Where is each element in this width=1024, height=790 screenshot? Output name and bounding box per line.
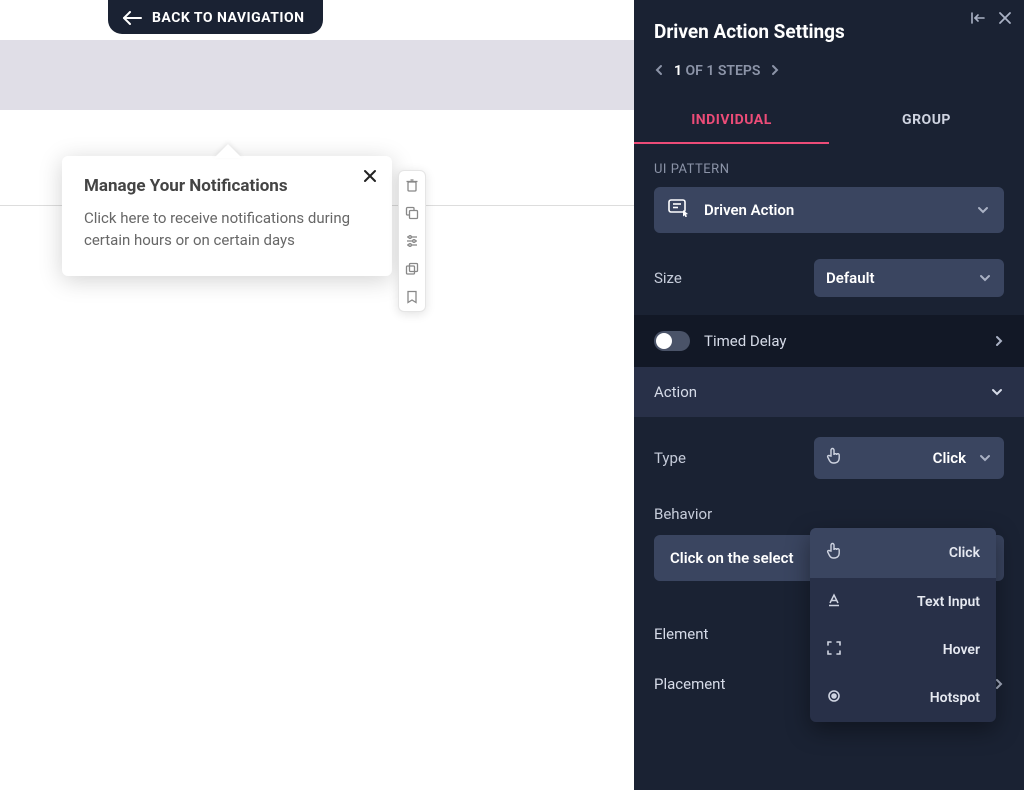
type-option-label: Text Input (856, 594, 980, 610)
behavior-label-row: Behavior (634, 497, 1024, 529)
behavior-label: Behavior (654, 505, 1004, 523)
close-panel-icon[interactable] (998, 10, 1012, 29)
ui-pattern-label: UI PATTERN (634, 144, 1024, 187)
step-next-button[interactable] (770, 61, 780, 80)
hotspot-icon (826, 688, 842, 708)
ui-pattern-value: Driven Action (704, 201, 962, 219)
type-option-hotspot[interactable]: Hotspot (810, 674, 996, 722)
chevron-down-icon (990, 387, 1004, 397)
settings-panel: Driven Action Settings 1 OF 1 STEPS INDI… (634, 0, 1024, 790)
size-label: Size (654, 269, 802, 287)
tooltip-body: Click here to receive notifications duri… (84, 208, 370, 252)
driven-action-icon (668, 199, 690, 221)
type-option-click[interactable]: Click (810, 528, 996, 578)
sliders-icon[interactable] (404, 233, 420, 249)
arrow-left-icon (122, 11, 142, 25)
bookmark-icon[interactable] (404, 289, 420, 305)
size-select[interactable]: Default (814, 259, 1004, 297)
type-option-label: Hotspot (856, 690, 980, 706)
type-option-label: Hover (856, 642, 980, 658)
type-value: Click (854, 449, 966, 467)
action-section-header[interactable]: Action (634, 367, 1024, 417)
timed-delay-row[interactable]: Timed Delay (634, 315, 1024, 367)
timed-delay-label: Timed Delay (704, 332, 786, 350)
size-row: Size Default (634, 251, 1024, 315)
type-row: Type Click (634, 417, 1024, 497)
tooltip-title: Manage Your Notifications (84, 176, 370, 196)
text-input-icon (826, 592, 842, 612)
timed-delay-toggle[interactable] (654, 331, 690, 351)
step-indicator: 1 OF 1 STEPS (674, 63, 760, 79)
settings-tabstrip: INDIVIDUAL GROUP (634, 100, 1024, 144)
expand-icon (826, 640, 842, 660)
step-navigator: 1 OF 1 STEPS (634, 61, 1024, 88)
placement-label: Placement (654, 675, 725, 693)
chevron-down-icon (978, 453, 992, 463)
pointer-icon (826, 447, 842, 469)
duplicate-icon[interactable] (404, 261, 420, 277)
type-label: Type (654, 449, 802, 467)
back-to-navigation-button[interactable]: BACK TO NAVIGATION (108, 0, 323, 34)
tab-individual[interactable]: INDIVIDUAL (634, 100, 829, 144)
copy-icon[interactable] (404, 205, 420, 221)
editor-canvas: BACK TO NAVIGATION Manage Your Notificat… (0, 0, 634, 790)
type-option-label: Click (856, 545, 980, 561)
type-option-hover[interactable]: Hover (810, 626, 996, 674)
type-option-text-input[interactable]: Text Input (810, 578, 996, 626)
chevron-down-icon (976, 205, 990, 215)
trash-icon[interactable] (404, 177, 420, 193)
notification-tooltip[interactable]: Manage Your Notifications Click here to … (62, 156, 392, 276)
canvas-header-band (0, 40, 634, 110)
size-value: Default (826, 269, 966, 287)
element-label: Element (654, 625, 708, 643)
panel-title: Driven Action Settings (634, 0, 1024, 61)
step-icon-toolbar (398, 170, 426, 312)
action-label: Action (654, 383, 697, 401)
back-button-label: BACK TO NAVIGATION (152, 10, 305, 26)
pointer-icon (826, 542, 842, 564)
tab-group[interactable]: GROUP (829, 100, 1024, 144)
type-select[interactable]: Click (814, 437, 1004, 479)
ui-pattern-select[interactable]: Driven Action (654, 187, 1004, 233)
close-icon[interactable] (362, 168, 378, 188)
step-prev-button[interactable] (654, 61, 664, 80)
type-dropdown: Click Text Input Hover Hotspot (810, 528, 996, 722)
collapse-icon[interactable] (970, 10, 986, 29)
chevron-down-icon (978, 273, 992, 283)
chevron-right-icon (994, 334, 1004, 348)
behavior-value: Click on the select (670, 549, 794, 567)
